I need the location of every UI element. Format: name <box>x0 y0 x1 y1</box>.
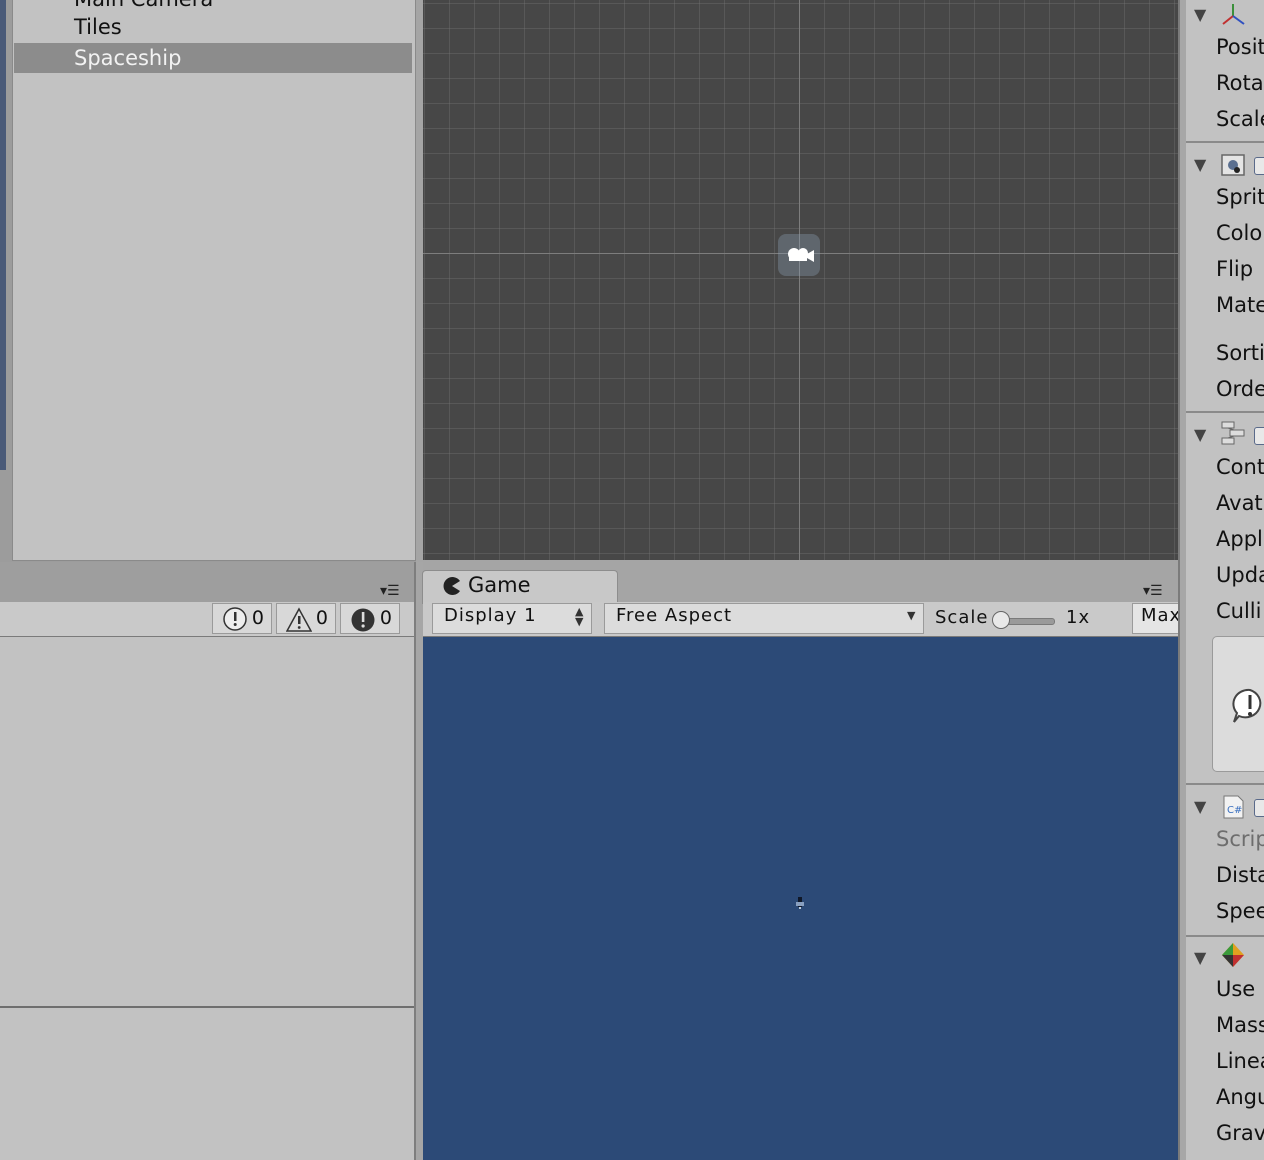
section-divider <box>1186 935 1264 937</box>
animator-enabled-checkbox[interactable] <box>1254 427 1264 445</box>
animator-foldout-icon[interactable]: ▼ <box>1194 425 1206 444</box>
rigidbody2d-icon <box>1220 942 1246 968</box>
svg-text:C#: C# <box>1227 805 1242 816</box>
color-label: Colo <box>1216 221 1263 245</box>
warning-icon <box>285 607 313 632</box>
console-info-count: 0 <box>251 607 264 629</box>
transform-position-label: Posit <box>1216 35 1264 59</box>
sprite-renderer-icon <box>1220 152 1246 178</box>
gravity-scale-label: Grav <box>1216 1121 1264 1145</box>
hierarchy-item-spaceship[interactable]: Spaceship <box>74 43 181 73</box>
game-menu-icon[interactable]: ▾☰ <box>1143 583 1163 599</box>
transform-rotation-label: Rota <box>1216 71 1264 95</box>
avatar-label: Avat <box>1216 491 1263 515</box>
console-menu-icon[interactable]: ▾☰ <box>380 583 400 599</box>
hierarchy-list <box>12 0 416 561</box>
sprite-label: Sprit <box>1216 185 1264 209</box>
culling-mode-label: Culli <box>1216 599 1262 623</box>
angular-drag-label: Angu <box>1216 1085 1264 1109</box>
sprite-renderer-foldout-icon[interactable]: ▼ <box>1194 155 1206 174</box>
mass-label: Mass <box>1216 1013 1264 1037</box>
maximize-on-play-label: Max <box>1141 605 1182 626</box>
transform-icon <box>1220 2 1246 28</box>
rigidbody-foldout-icon[interactable]: ▼ <box>1194 948 1206 967</box>
scale-value: 1x <box>1066 607 1091 628</box>
panel-divider[interactable] <box>414 562 423 1160</box>
speed-label: Spee <box>1216 899 1264 923</box>
console-log-list[interactable] <box>0 637 414 1007</box>
console-error-toggle[interactable]: 0 <box>340 603 400 634</box>
aspect-dropdown-label: Free Aspect <box>616 605 733 626</box>
scene-view[interactable] <box>423 0 1178 560</box>
transform-foldout-icon[interactable]: ▼ <box>1194 5 1206 24</box>
display-dropdown-label: Display 1 <box>444 605 537 626</box>
script-enabled-checkbox[interactable] <box>1254 799 1264 817</box>
panel-divider-right[interactable] <box>1178 0 1186 1160</box>
flip-label: Flip <box>1216 257 1254 281</box>
sprite-renderer-enabled-checkbox[interactable] <box>1254 157 1264 175</box>
csharp-script-icon: C# <box>1220 794 1246 820</box>
pacman-game-icon <box>442 576 462 596</box>
section-divider <box>1186 411 1264 413</box>
console-detail-area[interactable] <box>0 1008 414 1160</box>
use-auto-mass-label: Use <box>1216 977 1256 1001</box>
order-in-layer-label: Orde <box>1216 377 1264 401</box>
update-mode-label: Upda <box>1216 563 1264 587</box>
camera-gizmo-icon[interactable] <box>778 234 820 276</box>
section-divider <box>1186 141 1264 143</box>
dropdown-arrow-icon: ▼ <box>907 609 916 622</box>
console-tab-bar <box>0 562 416 602</box>
linear-drag-label: Linea <box>1216 1049 1264 1073</box>
info-icon <box>222 607 247 631</box>
error-icon <box>350 607 375 632</box>
apply-root-motion-label: Appl <box>1216 527 1263 551</box>
scale-label: Scale <box>935 607 989 628</box>
updown-arrows-icon: ▲ ▼ <box>575 605 584 628</box>
controller-label: Cont <box>1216 455 1264 479</box>
scene-axis-vertical <box>799 0 800 560</box>
console-info-toggle[interactable]: 0 <box>212 603 272 634</box>
info-speech-icon <box>1230 686 1264 726</box>
console-warning-toggle[interactable]: 0 <box>276 603 336 634</box>
material-label: Mate <box>1216 293 1264 317</box>
animator-icon <box>1220 420 1246 446</box>
script-foldout-icon[interactable]: ▼ <box>1194 797 1206 816</box>
console-warning-count: 0 <box>315 607 328 629</box>
hierarchy-item-tiles[interactable]: Tiles <box>74 12 122 42</box>
tab-game-label: Game <box>468 573 531 597</box>
spaceship-sprite-icon <box>796 894 804 909</box>
scale-slider-thumb[interactable] <box>992 611 1010 629</box>
sorting-layer-label: Sorti <box>1216 341 1264 365</box>
transform-scale-label: Scale <box>1216 107 1264 131</box>
console-error-count: 0 <box>379 607 392 629</box>
section-divider <box>1186 783 1264 785</box>
script-field-label: Scrip <box>1216 827 1264 851</box>
distance-label: Dista <box>1216 863 1264 887</box>
hierarchy-scrollbar[interactable] <box>0 0 6 470</box>
